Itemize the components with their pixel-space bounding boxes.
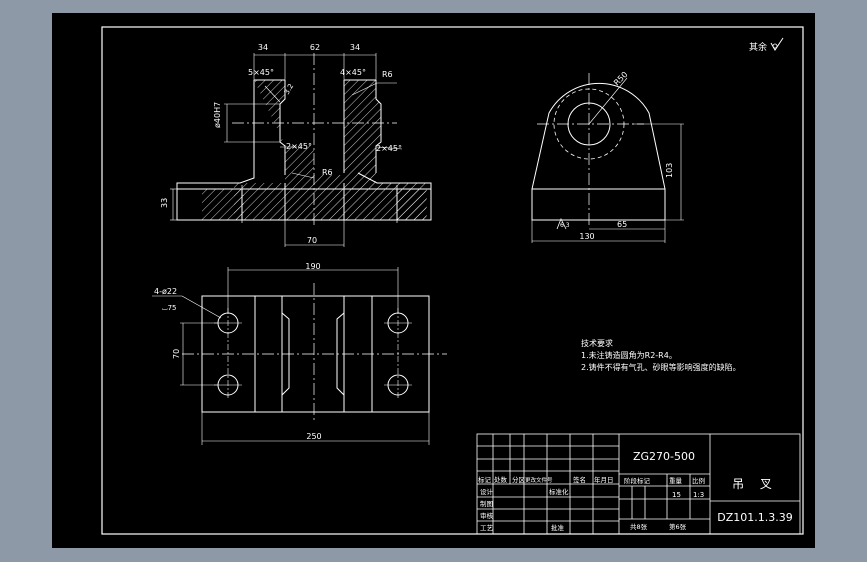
side-width: 130 (579, 232, 594, 241)
counterbore: ⌴75 (162, 304, 177, 312)
chamfer-inner-left: 2×45° (286, 142, 312, 151)
side-height: 103 (665, 163, 674, 178)
tech-title: 技术要求 (581, 338, 613, 348)
row-label-2: 审核 (480, 511, 494, 520)
radius-mid: R6 (322, 168, 333, 177)
cad-viewport[interactable]: 其余 34 62 34 5×45° 4×45° R6 ø40H7 2×45° 2… (52, 13, 815, 548)
rev-header-3: 更改文件号 (525, 476, 553, 484)
row-label-1: 制图 (480, 499, 493, 508)
drawing-canvas: 其余 34 62 34 5×45° 4×45° R6 ø40H7 2×45° 2… (101, 26, 804, 535)
bore-dia: ø40H7 (213, 102, 222, 128)
scale-label: 比例 (692, 476, 705, 485)
weight-value: 15 (672, 491, 681, 499)
part-name: 吊 叉 (732, 477, 778, 491)
rev-header-1: 处数 (494, 475, 508, 484)
side-view (531, 73, 684, 243)
dim-top-right: 34 (350, 43, 360, 52)
overall-length: 250 (306, 432, 321, 441)
approve: 批准 (551, 523, 565, 532)
hole-label: 4-ø22 (154, 287, 177, 296)
hole-spacing: 190 (305, 262, 320, 271)
width-bottom: 70 (307, 236, 317, 245)
roughness-side: 6.3 (560, 222, 570, 229)
tech-line-2: 2.铸件不得有气孔、砂眼等影响强度的缺陷。 (581, 362, 741, 372)
height-base: 33 (160, 198, 169, 208)
top-view-labels: 190 4-ø22 ⌴75 70 250 (154, 262, 322, 441)
stage-label: 阶段标记 (624, 476, 651, 485)
rev-header-4: 签名 (573, 475, 586, 484)
top-view (152, 267, 447, 445)
chamfer-left: 5×45° (248, 68, 274, 77)
dim-top-left: 34 (258, 43, 268, 52)
hole-row-spacing: 70 (172, 349, 181, 359)
side-view-labels: R50 103 65 130 6.3 (560, 70, 674, 241)
tech-requirements: 技术要求 1.未注铸造圆角为R2-R4。 2.铸件不得有气孔、砂眼等影响强度的缺… (581, 338, 741, 372)
roughness-note: 其余 (749, 37, 784, 53)
rev-header-2: 分区 (512, 475, 526, 484)
radius-top: R6 (382, 70, 393, 79)
drawing-no: DZ101.1.3.39 (717, 511, 793, 524)
side-radius: R50 (612, 70, 630, 88)
dim-top-mid: 62 (310, 43, 320, 52)
sheet-border (101, 26, 804, 535)
sheets-total: 共8张 (630, 522, 648, 531)
chamfer-inner-right: 2×45° (376, 144, 402, 153)
sheet-no: 第6张 (669, 522, 687, 531)
rev-header-5: 年月日 (594, 475, 614, 484)
tech-line-1: 1.未注铸造圆角为R2-R4。 (581, 350, 677, 360)
side-offset: 65 (617, 220, 627, 229)
material: ZG270-500 (633, 450, 695, 463)
rev-header-0: 标记 (478, 475, 492, 484)
scale-value: 1:3 (693, 491, 704, 499)
title-block-text: ZG270-500 吊 叉 DZ101.1.3.39 标记 处数 分区 更改文件… (478, 450, 793, 532)
standardize: 标准化 (549, 487, 569, 496)
chamfer-right: 4×45° (340, 68, 366, 77)
weight-label: 重量 (669, 477, 683, 485)
svg-text:其余: 其余 (749, 41, 767, 53)
row-label-0: 设计 (480, 487, 494, 496)
row-label-3: 工艺 (480, 524, 494, 532)
